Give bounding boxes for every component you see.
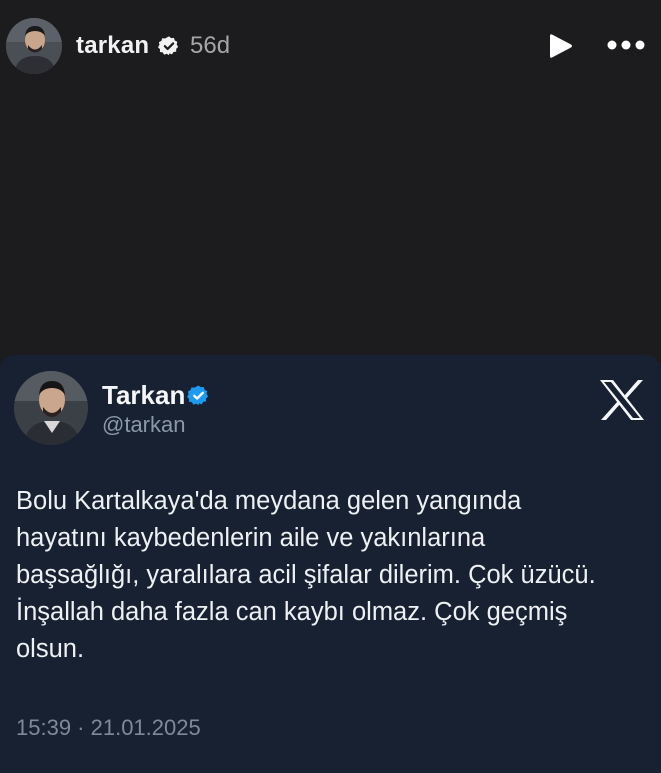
tweet-handle[interactable]: @tarkan <box>102 412 185 438</box>
story-header: tarkan 56d <box>0 0 661 92</box>
story-avatar[interactable] <box>6 18 62 74</box>
x-logo-icon <box>600 380 644 420</box>
tweet-timestamp[interactable]: 15:39 · 21.01.2025 <box>16 715 201 741</box>
more-options-icon[interactable] <box>606 38 646 52</box>
story-time-ago: 56d <box>190 32 231 59</box>
verified-badge-icon <box>187 385 209 406</box>
tweet-avatar[interactable] <box>14 371 88 445</box>
tweet-card: Tarkan @tarkan Bolu Kartalkaya'da meydan… <box>0 355 661 773</box>
tweet-body-text: Bolu Kartalkaya'da meydana gelen yangınd… <box>16 487 596 663</box>
verified-badge-icon <box>158 36 179 56</box>
play-icon[interactable] <box>548 32 574 60</box>
avatar-photo-icon <box>6 18 62 74</box>
story-username[interactable]: tarkan <box>76 32 149 60</box>
avatar-photo-icon <box>14 371 88 445</box>
tweet-display-name[interactable]: Tarkan <box>102 380 185 411</box>
